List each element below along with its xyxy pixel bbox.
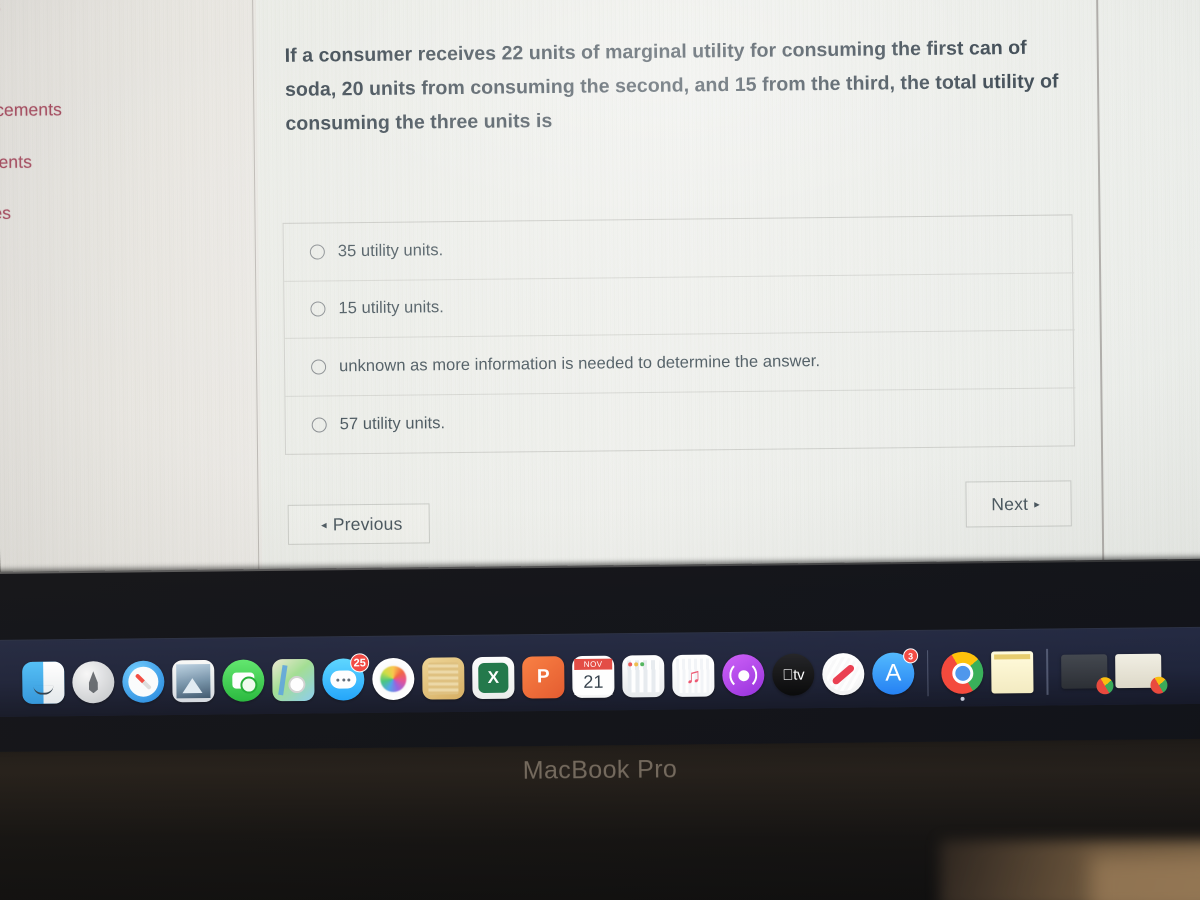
music-icon[interactable]: ♫ [672,654,715,697]
books-icon[interactable] [622,655,665,698]
answer-option-label: 15 utility units. [338,298,444,318]
calendar-icon[interactable]: NOV 21 [572,655,615,699]
finder-icon[interactable] [22,661,65,704]
preview-icon[interactable] [172,659,215,703]
next-arrow-icon: ▸ [1034,498,1040,511]
photos-icon[interactable] [372,657,415,701]
answer-options-card: 35 utility units. 15 utility units. unknow… [282,214,1076,455]
podcasts-icon[interactable] [722,653,765,697]
dock-separator [927,650,929,697]
document-icon[interactable] [991,651,1034,694]
chrome-icon [1096,677,1114,695]
answer-option-3[interactable]: 57 utility units. [285,388,1076,454]
answer-option-2[interactable]: unknown as more information is needed to… [284,330,1076,397]
maps-icon[interactable] [272,658,315,702]
messages-icon[interactable]: 25 [322,653,370,701]
next-button-label: Next [991,493,1029,514]
question-text: If a consumer receives 22 units of margi… [284,36,1059,135]
laptop-screen: ionssncementsmentsles If a consumer rece… [0,0,1200,590]
course-navigation-sidebar: ionssncementsmentsles [0,0,263,590]
appletv-icon[interactable]: tv [772,653,815,696]
contacts-icon[interactable] [422,657,465,700]
notification-badge: 25 [350,653,370,673]
excel-icon[interactable]: X [472,656,515,700]
desk-highlight-secondary [1090,855,1200,900]
answer-option-label: 35 utility units. [337,240,444,261]
radio-button-icon[interactable] [311,417,327,433]
sidebar-item-3[interactable]: ments [0,152,32,174]
running-indicator-dot [960,696,965,701]
news-icon[interactable] [822,652,865,696]
appstore-icon[interactable]: A3 [872,648,919,695]
dock-minimized-window[interactable] [1114,653,1168,694]
dock-separator [1046,648,1049,695]
chrome-icon [1150,676,1168,694]
photograph-of-laptop-screen: ionssncementsmentsles If a consumer rece… [0,0,1200,900]
answer-option-0[interactable]: 35 utility units. [283,215,1075,282]
launchpad-icon[interactable] [72,661,115,704]
radio-button-icon[interactable] [311,359,327,375]
previous-button-label: Previous [332,513,403,534]
answer-option-label: unknown as more information is needed to… [338,351,821,376]
sidebar-item-4[interactable]: les [0,203,11,224]
powerpoint-icon[interactable]: P [522,656,565,699]
sidebar-item-2[interactable]: ncements [0,99,62,121]
radio-button-icon[interactable] [310,301,326,317]
chrome-icon[interactable] [941,651,984,701]
next-button[interactable]: Next ▸ [965,480,1072,528]
safari-icon[interactable] [122,660,165,703]
previous-arrow-icon: ◂ [321,518,327,531]
macos-dock[interactable]: 25 XPNOV21 ♫ tv A3 [22,638,1168,716]
answer-option-label: 57 utility units. [339,413,446,434]
previous-button[interactable]: ◂ Previous [287,503,431,545]
dock-minimized-window[interactable] [1060,654,1114,695]
sidebar-item-0[interactable]: ions [0,0,1,17]
radio-button-icon[interactable] [309,244,325,260]
facetime-icon[interactable] [222,659,265,702]
notification-badge: 3 [903,648,919,664]
answer-option-1[interactable]: 15 utility units. [284,272,1075,339]
